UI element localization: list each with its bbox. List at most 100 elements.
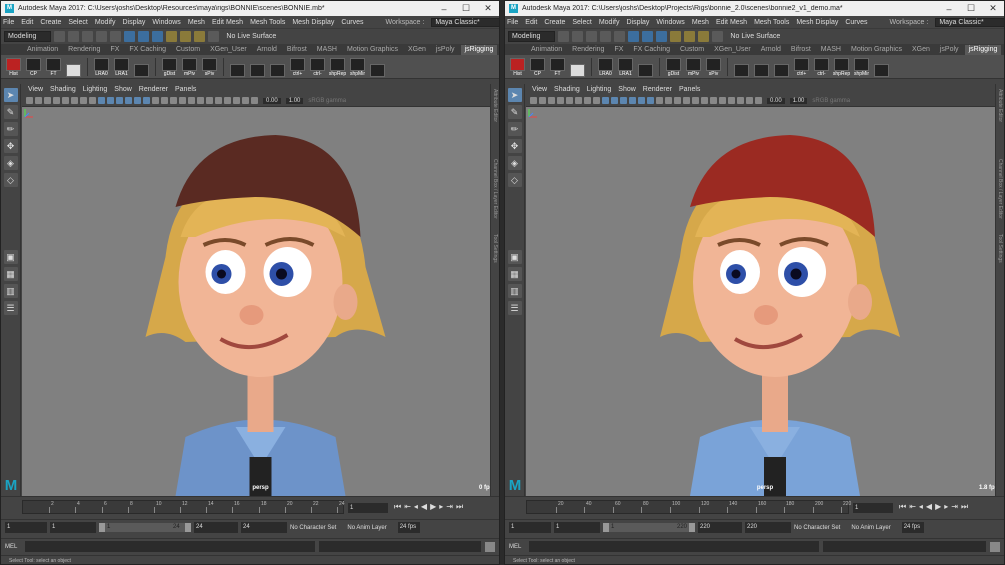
four-view-icon[interactable]: ▦ [3, 267, 18, 281]
anim-layer-dropdown[interactable]: No Anim Layer [347, 525, 394, 531]
shelf-tab-rendering[interactable]: Rendering [568, 45, 608, 55]
panel-tool-icon[interactable] [206, 97, 213, 104]
new-scene-icon[interactable] [54, 31, 66, 42]
shelf-tab-fx-caching[interactable]: FX Caching [629, 45, 674, 55]
open-scene-icon[interactable] [572, 31, 584, 42]
panel-tool-icon[interactable] [134, 97, 141, 104]
panel-tool-icon[interactable] [233, 97, 240, 104]
menu-curves[interactable]: Curves [341, 19, 363, 26]
shelf-tab-xgen-user[interactable]: XGen_User [206, 45, 251, 55]
select-hierarchy-icon[interactable] [124, 31, 136, 42]
shelf-button-tool-3[interactable] [569, 57, 586, 77]
panel-menu-view[interactable]: View [28, 86, 43, 93]
go-to-end-icon[interactable]: ⏭ [961, 502, 968, 512]
timeline[interactable]: 2 4 6 8 10 12 14 16 18 20 22 24 [22, 500, 345, 514]
panel-menu-show[interactable]: Show [114, 86, 132, 93]
character-set-dropdown[interactable]: No Character Set [794, 525, 848, 531]
shelf-button-cp[interactable]: CP [529, 57, 546, 77]
workspace-dropdown[interactable]: Maya Classic* [431, 17, 499, 27]
step-back-key-icon[interactable]: ⇤ [404, 502, 411, 512]
bonnie-character[interactable] [145, 135, 386, 496]
range-slider[interactable]: 1 220 [603, 523, 695, 532]
open-scene-icon[interactable] [68, 31, 80, 42]
panel-menu-lighting[interactable]: Lighting [587, 86, 612, 93]
step-back-key-icon[interactable]: ⇤ [909, 502, 916, 512]
menu-curves[interactable]: Curves [845, 19, 867, 26]
select-object-icon[interactable] [138, 31, 150, 42]
single-view-icon[interactable]: ▣ [3, 250, 18, 264]
go-to-start-icon[interactable]: ⏮ [899, 502, 906, 512]
shelf-tab-arnold[interactable]: Arnold [253, 45, 281, 55]
menu-windows[interactable]: Windows [152, 19, 180, 26]
menu-mesh-tools[interactable]: Mesh Tools [250, 19, 285, 26]
menu-modify[interactable]: Modify [599, 19, 620, 26]
workspace-dropdown[interactable]: Maya Classic* [935, 17, 1004, 27]
panel-tool-icon[interactable] [602, 97, 609, 104]
panel-tool-icon[interactable] [143, 97, 150, 104]
panel-menu-shading[interactable]: Shading [554, 86, 580, 93]
play-backward-icon[interactable]: ◀ [421, 502, 427, 512]
panel-tool-icon[interactable] [116, 97, 123, 104]
paint-select-icon[interactable]: ✏ [507, 122, 522, 136]
panel-tool-icon[interactable] [224, 97, 231, 104]
panel-tool-icon[interactable] [530, 97, 537, 104]
go-to-end-icon[interactable]: ⏭ [456, 502, 463, 512]
select-component-icon[interactable] [656, 31, 668, 42]
rotate-tool-icon[interactable]: ◈ [3, 156, 18, 170]
side-tab-channel-box-layer-editor[interactable]: Channel Box / Layer Editor [997, 159, 1003, 219]
scale-tool-icon[interactable]: ◇ [3, 173, 18, 187]
character-model[interactable] [526, 107, 1004, 496]
shelf-tab-motion-graphics[interactable]: Motion Graphics [343, 45, 402, 55]
gamma-field[interactable]: 1.00 [789, 97, 808, 104]
new-scene-icon[interactable] [558, 31, 570, 42]
panel-tool-icon[interactable] [575, 97, 582, 104]
magnet-icon[interactable] [712, 31, 724, 42]
menu-mesh[interactable]: Mesh [188, 19, 205, 26]
panel-tool-icon[interactable] [710, 97, 717, 104]
panel-tool-icon[interactable] [701, 97, 708, 104]
shelf-button-ctrl-[interactable]: ctrl+ [289, 57, 306, 77]
end-time-field[interactable]: 24 [194, 522, 238, 533]
shelf-button-lra1[interactable]: LRA1 [113, 57, 130, 77]
panel-tool-icon[interactable] [566, 97, 573, 104]
snap-grid-icon[interactable] [670, 31, 682, 42]
anim-end-field[interactable]: 220 [745, 522, 791, 533]
current-frame-field[interactable]: 1 [853, 503, 893, 513]
shelf-button-lra1[interactable]: LRA1 [617, 57, 634, 77]
panel-tool-icon[interactable] [98, 97, 105, 104]
panel-menu-show[interactable]: Show [618, 86, 636, 93]
script-editor-icon[interactable] [990, 541, 1000, 552]
select-tool-icon[interactable]: ➤ [3, 88, 18, 102]
shelf-tab-fx[interactable]: FX [610, 45, 627, 55]
panel-tool-icon[interactable] [620, 97, 627, 104]
maximize-icon[interactable]: ☐ [960, 3, 982, 14]
shelf-tab-xgen[interactable]: XGen [908, 45, 934, 55]
shelf-button-ctrl-[interactable]: ctrl- [309, 57, 326, 77]
side-tab-attribute-editor[interactable]: Attribute Editor [997, 89, 1003, 122]
range-end-handle[interactable] [185, 523, 191, 532]
shelf-button-ctrl-[interactable]: ctrl+ [793, 57, 810, 77]
panel-menu-shading[interactable]: Shading [50, 86, 76, 93]
shelf-button-hist[interactable]: Hist [509, 57, 526, 77]
anim-end-field[interactable]: 24 [241, 522, 287, 533]
shelf-button-tool-12[interactable] [269, 57, 286, 77]
menu-display[interactable]: Display [122, 19, 145, 26]
shelf-tab-jspoly[interactable]: jsPoly [936, 45, 963, 55]
playback-fps-dropdown[interactable]: 24 fps [397, 522, 420, 533]
panel-tool-icon[interactable] [683, 97, 690, 104]
shelf-tab-fx-caching[interactable]: FX Caching [125, 45, 170, 55]
panel-tool-icon[interactable] [242, 97, 249, 104]
shelf-tab-motion-graphics[interactable]: Motion Graphics [847, 45, 906, 55]
range-slider[interactable]: 1 24 [99, 523, 191, 532]
save-scene-icon[interactable] [586, 31, 598, 42]
character-model[interactable] [22, 107, 499, 496]
menu-mesh-display[interactable]: Mesh Display [796, 19, 838, 26]
shelf-button-tool-12[interactable] [773, 57, 790, 77]
character-set-dropdown[interactable]: No Character Set [290, 525, 344, 531]
menu-modify[interactable]: Modify [95, 19, 116, 26]
menu-file[interactable]: File [507, 19, 518, 26]
panel-tool-icon[interactable] [107, 97, 114, 104]
shelf-button-mpiv[interactable]: mPiv [685, 57, 702, 77]
panel-tool-icon[interactable] [251, 97, 258, 104]
panel-tool-icon[interactable] [44, 97, 51, 104]
